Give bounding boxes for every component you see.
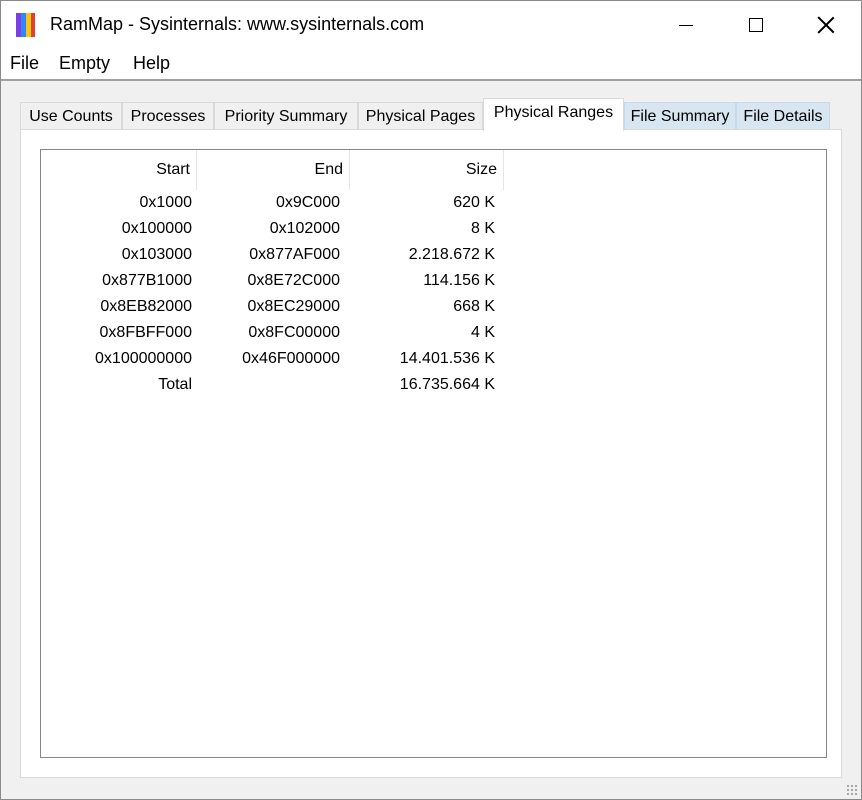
cell-size: 668 K [453, 298, 495, 315]
cell-end: 0x8EC29000 [247, 298, 340, 315]
table-row[interactable]: 0x100000000 0x46F000000 14.401.536 K [41, 346, 504, 372]
cell-end: 0x9C000 [275, 194, 340, 211]
column-header-end[interactable]: End [197, 150, 350, 190]
cell-start: 0x1000 [139, 194, 193, 211]
rammap-app-icon [16, 13, 40, 37]
tab-file-details[interactable]: File Details [736, 102, 830, 130]
tab-file-summary[interactable]: File Summary [624, 102, 736, 130]
tab-processes[interactable]: Processes [122, 102, 214, 130]
physical-ranges-list[interactable]: Start End Size 0x1000 0x9C000 620 K 0x10… [40, 149, 827, 758]
cell-start: 0x103000 [121, 246, 192, 263]
cell-end: 0x8FC00000 [248, 324, 340, 341]
table-row[interactable]: 0x8EB82000 0x8EC29000 668 K [41, 294, 504, 320]
table-row[interactable]: 0x103000 0x877AF000 2.218.672 K [41, 242, 504, 268]
cell-size: 16.735.664 K [399, 376, 495, 393]
maximize-icon [749, 18, 763, 32]
cell-size: 114.156 K [423, 272, 495, 289]
tab-physical-ranges[interactable]: Physical Ranges [483, 98, 624, 131]
tab-strip: Use Counts Processes Priority Summary Ph… [20, 98, 840, 131]
close-button[interactable] [791, 1, 861, 49]
table-row[interactable]: 0x1000 0x9C000 620 K [41, 190, 504, 216]
cell-start: 0x8FBFF000 [99, 324, 192, 341]
menu-empty[interactable]: Empty [59, 53, 110, 74]
minimize-icon [679, 24, 693, 26]
close-icon [817, 16, 835, 34]
cell-size: 14.401.536 K [399, 350, 495, 367]
table-row[interactable]: 0x8FBFF000 0x8FC00000 4 K [41, 320, 504, 346]
menu-file[interactable]: File [10, 53, 39, 74]
column-header-start[interactable]: Start [41, 150, 197, 190]
cell-end [197, 372, 340, 398]
column-header-size[interactable]: Size [350, 150, 504, 190]
rammap-window: RamMap - Sysinternals: www.sysinternals.… [0, 0, 862, 800]
tab-use-counts[interactable]: Use Counts [20, 102, 122, 130]
minimize-button[interactable] [651, 1, 721, 49]
cell-end: 0x8E72C000 [247, 272, 340, 289]
cell-size: 2.218.672 K [408, 246, 495, 263]
cell-start: 0x8EB82000 [100, 298, 192, 315]
cell-size: 4 K [470, 324, 495, 341]
title-bar[interactable]: RamMap - Sysinternals: www.sysinternals.… [1, 1, 861, 49]
menu-bar: File Empty Help [1, 49, 861, 81]
table-row[interactable]: 0x877B1000 0x8E72C000 114.156 K [41, 268, 504, 294]
app-icon-bar-red [31, 13, 35, 37]
tab-physical-pages[interactable]: Physical Pages [358, 102, 483, 130]
cell-start: 0x877B1000 [102, 272, 192, 289]
cell-start: 0x100000000 [95, 350, 192, 367]
window-title: RamMap - Sysinternals: www.sysinternals.… [50, 14, 425, 34]
maximize-button[interactable] [721, 1, 791, 49]
cell-start: Total [158, 376, 192, 393]
table-row[interactable]: 0x100000 0x102000 8 K [41, 216, 504, 242]
menu-help[interactable]: Help [133, 53, 170, 74]
physical-ranges-page: Start End Size 0x1000 0x9C000 620 K 0x10… [20, 129, 842, 778]
cell-size: 620 K [453, 194, 495, 211]
cell-start: 0x100000 [121, 220, 192, 237]
table-row-total[interactable]: Total 16.735.664 K [41, 372, 504, 398]
cell-end: 0x46F000000 [242, 350, 340, 367]
cell-end: 0x102000 [269, 220, 340, 237]
resize-grip[interactable] [846, 784, 858, 796]
tab-priority-summary[interactable]: Priority Summary [214, 102, 358, 130]
cell-end: 0x877AF000 [249, 246, 340, 263]
cell-size: 8 K [470, 220, 495, 237]
